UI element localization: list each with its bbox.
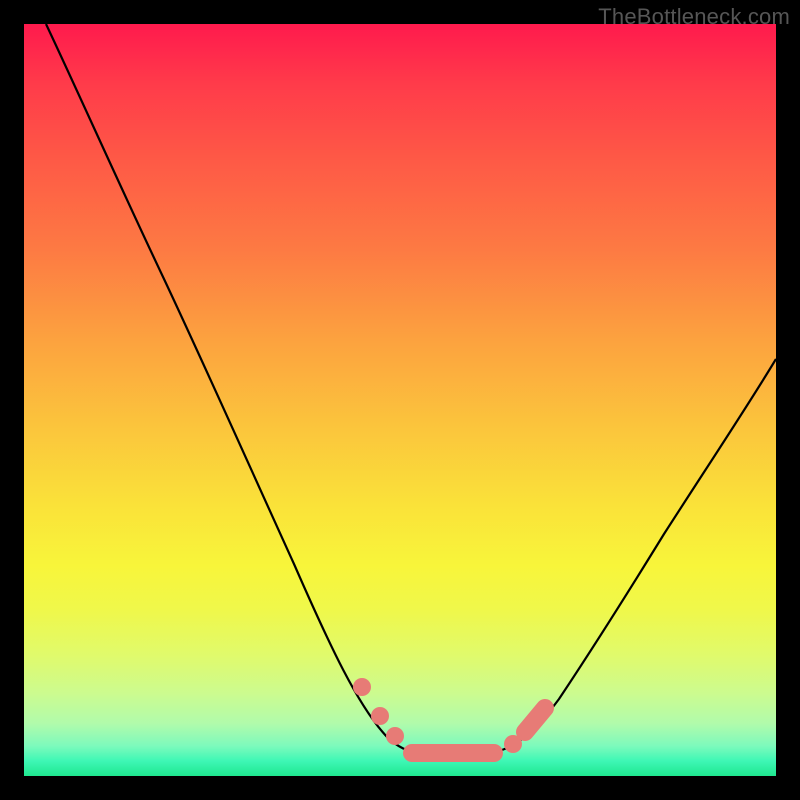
marker-dot xyxy=(386,727,404,745)
watermark-text: TheBottleneck.com xyxy=(598,4,790,30)
chart-container: TheBottleneck.com xyxy=(0,0,800,800)
marker-dot xyxy=(353,678,371,696)
bottleneck-curve xyxy=(46,24,776,755)
curve-overlay xyxy=(24,24,776,776)
marker-dot xyxy=(371,707,389,725)
marker-right-segment xyxy=(525,708,545,732)
plot-area xyxy=(24,24,776,776)
